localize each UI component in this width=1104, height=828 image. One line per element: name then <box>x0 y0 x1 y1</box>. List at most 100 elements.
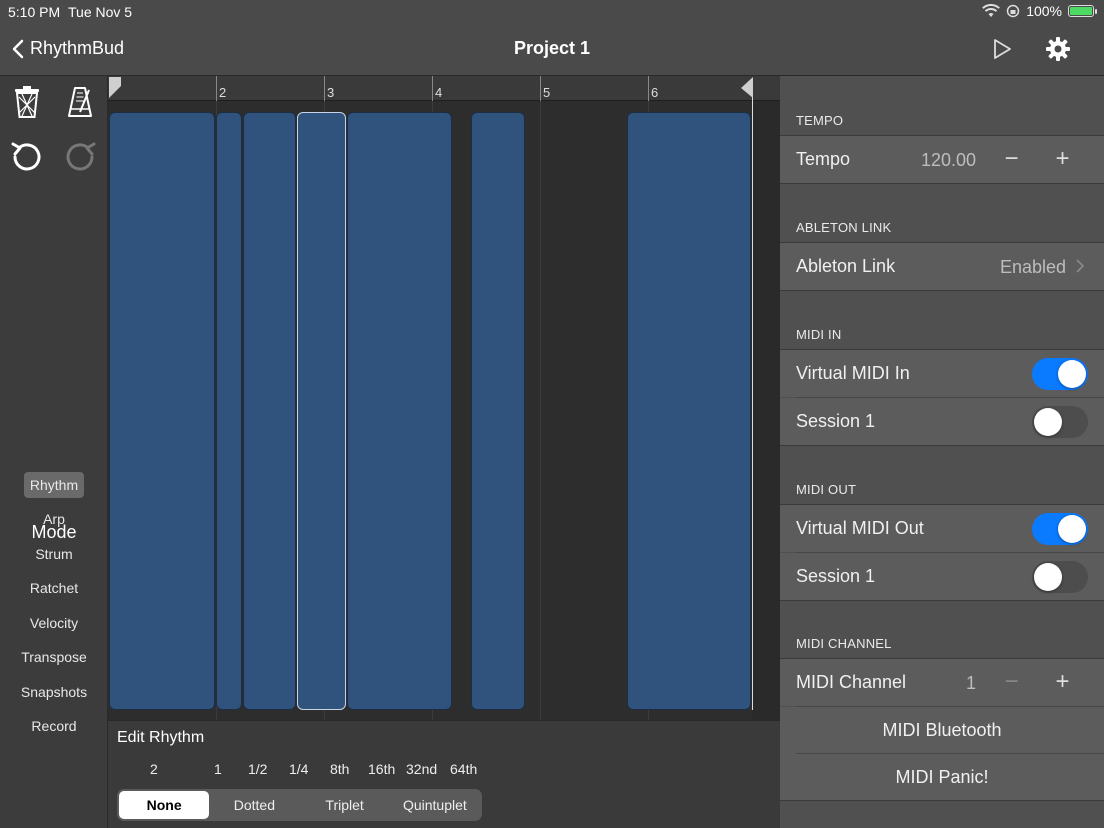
rhythm-block-selected[interactable] <box>297 112 346 710</box>
modifier-segment-quintuplet[interactable]: Quintuplet <box>390 791 480 819</box>
mode-item-snapshots[interactable]: Snapshots <box>0 684 108 700</box>
midi-in-row: Session 1 <box>780 398 1104 445</box>
midi-bluetooth-button[interactable]: MIDI Bluetooth <box>780 707 1104 754</box>
duration-option[interactable]: 64th <box>450 761 477 777</box>
mode-item-arp[interactable]: Arp <box>0 511 108 527</box>
duration-option[interactable]: 32nd <box>406 761 437 777</box>
page-title: Project 1 <box>513 38 591 58</box>
chevron-right-icon <box>1076 259 1084 273</box>
midi-in-session-toggle[interactable] <box>1032 406 1088 438</box>
tempo-header: TEMPO <box>796 113 844 128</box>
ruler-label: 4 <box>435 85 443 100</box>
modifier-segment-dotted[interactable]: Dotted <box>209 791 299 819</box>
gear-icon <box>1046 37 1070 61</box>
rhythm-block[interactable] <box>471 112 525 710</box>
toggle-knob <box>1034 408 1062 436</box>
mode-item-label: Velocity <box>29 615 79 631</box>
tempo-stepper: − + <box>986 143 1088 175</box>
midi-panic-button[interactable]: MIDI Panic! <box>780 754 1104 801</box>
delete-button[interactable] <box>9 84 45 120</box>
virtual-midi-out-toggle[interactable] <box>1032 513 1088 545</box>
loop-start-handle[interactable] <box>108 76 122 100</box>
mode-item-ratchet[interactable]: Ratchet <box>0 580 108 596</box>
timeline[interactable]: 2 3 4 5 6 <box>108 76 780 720</box>
mode-item-transpose[interactable]: Transpose <box>0 649 108 665</box>
mode-item-label: Transpose <box>21 649 87 665</box>
trash-icon <box>15 86 39 118</box>
ruler-tick <box>648 76 649 101</box>
mode-item-label: Strum <box>35 546 73 562</box>
rhythm-block[interactable] <box>243 112 296 710</box>
rhythm-block[interactable] <box>216 112 242 710</box>
settings-button[interactable] <box>1045 36 1071 67</box>
battery-icon <box>1068 5 1097 17</box>
wifi-icon <box>982 4 1001 17</box>
battery-percent: 100% <box>1026 3 1062 19</box>
modifier-segment-none[interactable]: None <box>119 791 210 819</box>
midi-channel-stepper: − + <box>986 666 1088 698</box>
ableton-link-value: Enabled <box>999 257 1066 277</box>
mode-item-label: Rhythm <box>23 472 85 498</box>
ruler-label: 6 <box>651 85 659 100</box>
rhythm-block[interactable] <box>627 112 751 710</box>
duration-option[interactable]: 16th <box>368 761 395 777</box>
metronome-button[interactable] <box>62 84 98 120</box>
tempo-increment-button[interactable]: + <box>1037 143 1088 175</box>
modifier-segment-triplet[interactable]: Triplet <box>300 791 390 819</box>
settings-panel: TEMPO Tempo 120.00 − + ABLETON LINK Able… <box>780 76 1104 828</box>
metronome-icon <box>68 87 92 117</box>
left-toolbar: Mode Rhythm Arp Strum Ratchet Velocity Transp… <box>0 76 108 828</box>
mode-item-rhythm[interactable]: Rhythm <box>0 472 108 498</box>
duration-option[interactable]: 1/4 <box>289 761 308 777</box>
midi-out-session-toggle[interactable] <box>1032 561 1088 593</box>
duration-option[interactable]: 1 <box>214 761 222 777</box>
midi-in-row: Virtual MIDI In <box>780 350 1104 397</box>
duration-option[interactable]: 2 <box>150 761 158 777</box>
mode-item-label: Ratchet <box>29 580 79 596</box>
toggle-knob <box>1058 360 1086 388</box>
mode-item-label: Arp <box>43 511 65 527</box>
mode-item-record[interactable]: Record <box>0 718 108 734</box>
toggle-knob <box>1058 515 1086 543</box>
ruler-label: 2 <box>219 85 227 100</box>
toggle-knob <box>1034 563 1062 591</box>
orientation-lock-icon <box>1006 4 1020 18</box>
tempo-label: Tempo <box>796 149 851 169</box>
tempo-value: 120.00 <box>920 150 976 170</box>
undo-icon <box>11 142 41 171</box>
midi-channel-decrement-button[interactable]: − <box>986 666 1037 698</box>
duration-option[interactable]: 1/2 <box>248 761 267 777</box>
status-bar: 5:10 PM Tue Nov 5 100% <box>0 0 1104 24</box>
midi-in-header: MIDI IN <box>796 327 842 342</box>
mode-item-label: Record <box>31 718 77 734</box>
midi-out-session-label: Session 1 <box>796 566 876 586</box>
timeline-end-region <box>752 101 780 720</box>
edit-rhythm-title: Edit Rhythm <box>117 729 205 746</box>
ableton-link-row[interactable]: Ableton Link Enabled <box>780 243 1104 290</box>
ruler-label: 3 <box>327 85 335 100</box>
virtual-midi-in-toggle[interactable] <box>1032 358 1088 390</box>
beat-gridline <box>540 101 541 720</box>
mode-item-strum[interactable]: Strum <box>0 546 108 562</box>
ruler-label: 5 <box>543 85 551 100</box>
redo-button[interactable] <box>62 138 98 174</box>
midi-channel-label: MIDI Channel <box>796 672 907 692</box>
duration-option[interactable]: 8th <box>330 761 349 777</box>
ruler[interactable]: 2 3 4 5 6 <box>108 76 780 101</box>
virtual-midi-in-label: Virtual MIDI In <box>796 363 910 383</box>
undo-button[interactable] <box>9 138 45 174</box>
tempo-row: Tempo 120.00 − + <box>780 136 1104 183</box>
ableton-link-header: ABLETON LINK <box>796 220 892 235</box>
ruler-tick <box>540 76 541 101</box>
loop-end-handle[interactable] <box>740 76 754 100</box>
tempo-decrement-button[interactable]: − <box>986 143 1037 175</box>
ruler-tick <box>432 76 433 101</box>
midi-channel-increment-button[interactable]: + <box>1037 666 1088 698</box>
rhythm-block[interactable] <box>347 112 452 710</box>
midi-channel-header: MIDI CHANNEL <box>796 636 892 651</box>
rhythm-block[interactable] <box>109 112 215 710</box>
battery-fill <box>1070 7 1092 15</box>
play-button[interactable] <box>992 38 1012 65</box>
status-date: Tue Nov 5 <box>68 4 133 20</box>
mode-item-velocity[interactable]: Velocity <box>0 615 108 631</box>
